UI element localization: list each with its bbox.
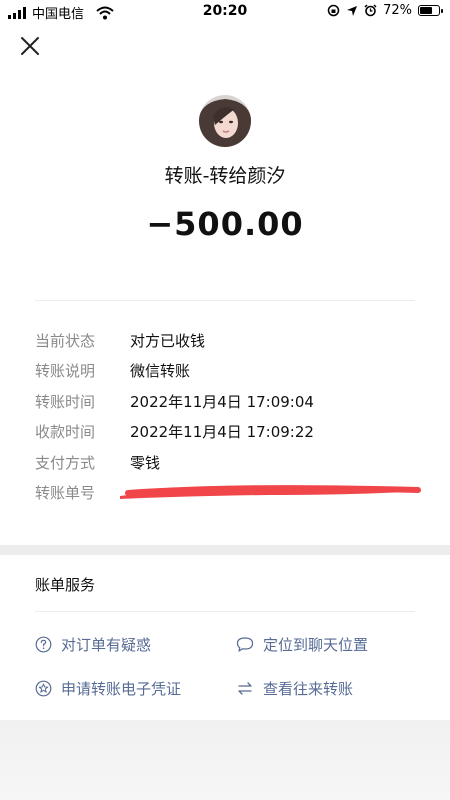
transfer-amount: −500.00 <box>146 205 304 243</box>
avatar <box>199 95 251 147</box>
alarm-icon <box>364 4 377 17</box>
redaction-mark <box>120 485 422 499</box>
detail-label: 转账时间 <box>35 392 96 411</box>
detail-label: 支付方式 <box>35 453 96 472</box>
view-transfers-link[interactable]: 查看往来转账 <box>236 678 353 699</box>
service-label: 查看往来转账 <box>263 680 354 698</box>
question-circle-icon <box>35 636 52 653</box>
detail-row-status: 当前状态 对方已收钱 <box>35 325 415 356</box>
status-bar: 中国电信 20:20 72% <box>0 0 450 24</box>
bottom-area <box>0 720 450 800</box>
status-right: 72% <box>327 3 443 18</box>
detail-row-note: 转账说明 微信转账 <box>35 356 415 387</box>
close-button[interactable] <box>18 34 42 58</box>
apply-voucher-link[interactable]: 申请转账电子凭证 <box>35 678 181 699</box>
chat-bubble-icon <box>236 637 254 652</box>
detail-row-transfer-time: 转账时间 2022年11月4日 17:09:04 <box>35 386 415 417</box>
detail-label: 收款时间 <box>35 423 96 442</box>
detail-value: 2022年11月4日 17:09:22 <box>130 423 314 442</box>
section-separator <box>0 545 450 555</box>
bill-service-title: 账单服务 <box>35 576 96 594</box>
detail-row-receive-time: 收款时间 2022年11月4日 17:09:22 <box>35 417 415 448</box>
battery-icon <box>418 5 443 16</box>
detail-value: 零钱 <box>130 453 161 472</box>
detail-value: 微信转账 <box>130 362 191 381</box>
divider <box>35 300 415 301</box>
location-icon <box>347 5 358 16</box>
detail-label: 转账单号 <box>35 484 96 503</box>
detail-label: 当前状态 <box>35 331 96 350</box>
service-label: 定位到聊天位置 <box>263 636 369 654</box>
detail-value: 对方已收钱 <box>130 331 206 350</box>
swap-arrows-icon <box>238 682 252 695</box>
service-label: 申请转账电子凭证 <box>61 680 182 698</box>
star-circle-icon <box>35 680 52 697</box>
transfer-detail-page: 中国电信 20:20 72% 转账-转给颜汐 −500.00 当前状态 对方已收… <box>0 0 450 800</box>
order-question-link[interactable]: 对订单有疑惑 <box>35 634 151 655</box>
detail-label: 转账说明 <box>35 362 96 381</box>
battery-percent: 72% <box>383 3 412 18</box>
locate-chat-link[interactable]: 定位到聊天位置 <box>236 634 368 655</box>
rotation-lock-icon <box>327 4 340 17</box>
detail-row-payment-method: 支付方式 零钱 <box>35 447 415 478</box>
detail-value: 2022年11月4日 17:09:04 <box>130 392 314 411</box>
service-label: 对订单有疑惑 <box>61 636 152 654</box>
divider <box>35 611 415 612</box>
transfer-title: 转账-转给颜汐 <box>164 165 286 187</box>
